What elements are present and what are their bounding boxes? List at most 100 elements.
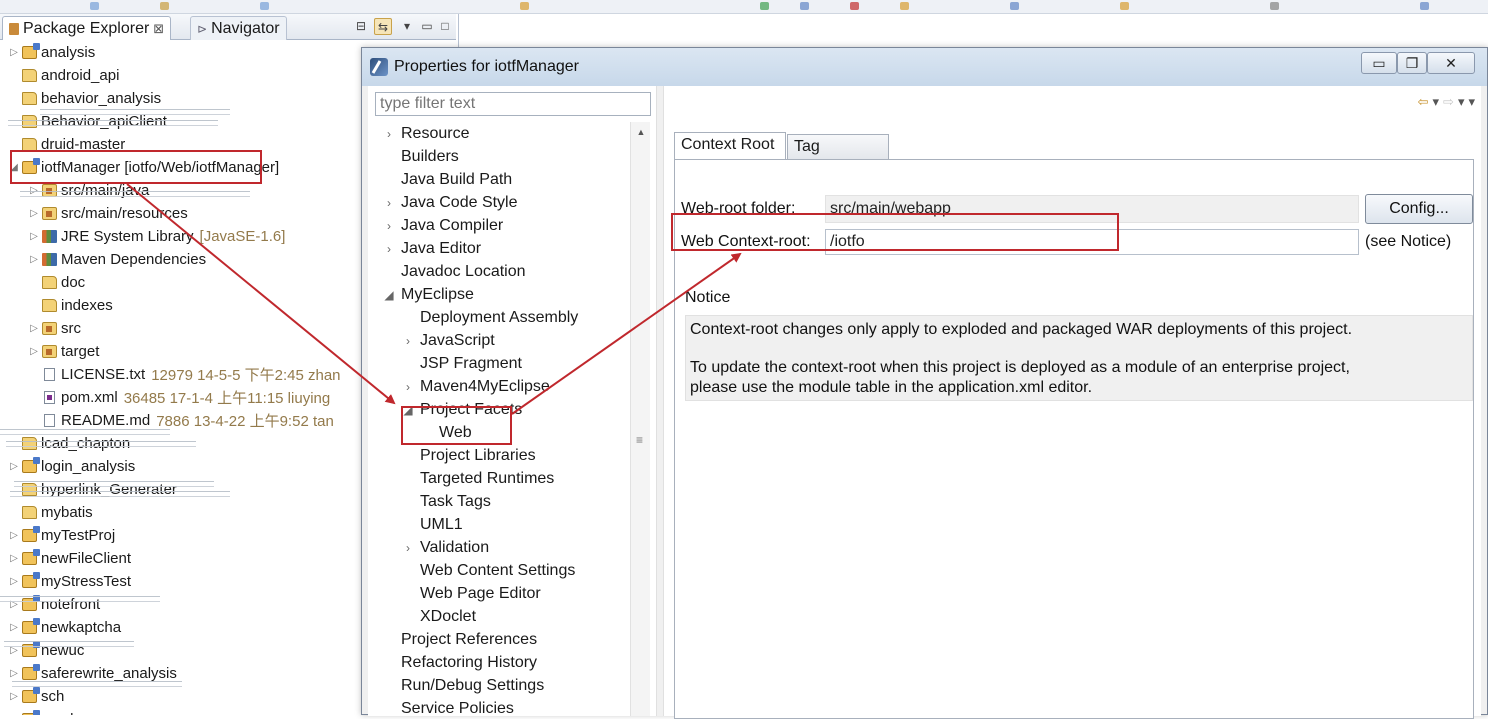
tree-expander-icon[interactable]: ▷ (8, 553, 20, 564)
nav-item[interactable]: Deployment Assembly (401, 306, 578, 329)
toolbar-icon[interactable] (1120, 2, 1129, 10)
tree-expander-icon[interactable]: ▷ (28, 208, 40, 219)
tree-expander-icon[interactable]: ▷ (8, 576, 20, 587)
minimize-button[interactable]: ▭ (1361, 52, 1397, 74)
tree-item[interactable]: pom.xml 36485 17-1-4 上午11:15 liuying (28, 386, 330, 409)
nav-item[interactable]: Javadoc Location (382, 260, 526, 283)
nav-item[interactable]: Web Page Editor (401, 582, 541, 605)
tree-item[interactable]: ▷ sch (8, 685, 64, 708)
tree-item[interactable]: ▷ newkaptcha (8, 616, 121, 639)
nav-item[interactable]: › Resource (382, 122, 469, 145)
close-icon[interactable]: ⊠ (153, 21, 164, 37)
minimize-view-icon[interactable]: ▭ (418, 18, 436, 35)
tree-item[interactable]: ▷ JRE System Library [JavaSE-1.6] (28, 225, 285, 248)
toolbar-icon[interactable] (1010, 2, 1019, 10)
toolbar-icon[interactable] (900, 2, 909, 10)
nav-item[interactable]: Refactoring History (382, 651, 537, 674)
tab-navigator[interactable]: ⊳ Navigator (190, 16, 287, 40)
tree-item[interactable]: doc (28, 271, 85, 294)
filter-input[interactable] (375, 92, 651, 116)
toolbar-icon[interactable] (1270, 2, 1279, 10)
chevron-down-icon[interactable]: ▾ (1458, 94, 1465, 110)
forward-arrow-icon[interactable]: ⇨ (1443, 94, 1454, 110)
nav-item[interactable]: UML1 (401, 513, 463, 536)
tree-expander-icon[interactable]: ▷ (8, 461, 20, 472)
tab-package-explorer[interactable]: Package Explorer ⊠ (2, 16, 172, 40)
scroll-up-icon[interactable]: ▲ (635, 126, 647, 138)
tree-expander-icon[interactable]: ▷ (8, 668, 20, 679)
toolbar-icon[interactable] (1420, 2, 1429, 10)
tree-item[interactable]: ▷ src/main/resources (28, 202, 188, 225)
tree-item[interactable]: ▷ login_analysis (8, 455, 135, 478)
config-button[interactable]: Config... (1365, 194, 1473, 224)
nav-item[interactable]: JSP Fragment (401, 352, 522, 375)
maximize-button[interactable]: ❐ (1397, 52, 1427, 74)
nav-item[interactable]: Service Policies (382, 697, 514, 717)
nav-item[interactable]: › Java Editor (382, 237, 481, 260)
tab-tag-libraries[interactable]: Tag Libraries (787, 134, 889, 178)
nav-expander-icon[interactable]: › (401, 334, 415, 348)
link-with-editor-icon[interactable]: ⇆ (374, 18, 392, 35)
tree-item[interactable]: ▷ myTestProj (8, 524, 115, 547)
tree-expander-icon[interactable]: ▷ (8, 530, 20, 541)
nav-expander-icon[interactable]: › (382, 219, 396, 233)
nav-expander-icon[interactable]: › (382, 242, 396, 256)
toolbar-icon[interactable] (850, 2, 859, 10)
toolbar-icon[interactable] (260, 2, 269, 10)
nav-item[interactable]: ◢ MyEclipse (382, 283, 474, 306)
tree-item[interactable]: android_api (8, 64, 119, 87)
chevron-down-icon[interactable]: ▾ (1433, 94, 1440, 110)
view-menu-icon[interactable]: ▾ (1468, 94, 1475, 110)
tree-item[interactable]: mybatis (8, 501, 93, 524)
nav-expander-icon[interactable]: › (382, 127, 396, 141)
tree-item[interactable]: behavior_analysis (8, 87, 161, 110)
tree-item[interactable]: ▷ myStressTest (8, 570, 131, 593)
toolbar-icon[interactable] (800, 2, 809, 10)
tree-expander-icon[interactable]: ▷ (28, 323, 40, 334)
nav-item[interactable]: XDoclet (401, 605, 476, 628)
nav-item[interactable]: Java Build Path (382, 168, 512, 191)
tree-item[interactable]: ▷sendsms (8, 708, 101, 715)
toolbar-icon[interactable] (520, 2, 529, 10)
toolbar-icon[interactable] (90, 2, 99, 10)
tree-expander-icon[interactable]: ▷ (8, 691, 20, 702)
tree-item[interactable]: LICENSE.txt 12979 14-5-5 下午2:45 zhan (28, 363, 341, 386)
nav-item[interactable]: Task Tags (401, 490, 491, 513)
nav-expander-icon[interactable]: › (401, 380, 415, 394)
nav-item[interactable]: › Validation (401, 536, 489, 559)
maximize-view-icon[interactable]: □ (436, 18, 454, 35)
tree-item[interactable]: ▷ analysis (8, 41, 95, 64)
nav-expander-icon[interactable]: ◢ (382, 288, 396, 302)
nav-item[interactable]: › Maven4MyEclipse (401, 375, 550, 398)
view-menu-icon[interactable]: ▾ (398, 18, 416, 35)
scroll-grip-icon[interactable]: ≡ (636, 433, 643, 447)
tree-item[interactable]: ▷ newFileClient (8, 547, 131, 570)
nav-item[interactable]: Project Libraries (401, 444, 536, 467)
tree-expander-icon[interactable]: ▷ (28, 346, 40, 357)
nav-item[interactable]: Builders (382, 145, 459, 168)
tree-expander-icon[interactable]: ▷ (8, 622, 20, 633)
tree-item[interactable]: indexes (28, 294, 113, 317)
nav-expander-icon[interactable]: › (401, 541, 415, 555)
tree-item[interactable]: ▷ Maven Dependencies (28, 248, 206, 271)
tree-expander-icon[interactable]: ▷ (28, 231, 40, 242)
back-arrow-icon[interactable]: ⇦ (1418, 94, 1429, 110)
nav-item[interactable]: › JavaScript (401, 329, 495, 352)
tab-context-root[interactable]: Context Root (674, 132, 786, 159)
nav-item[interactable]: Run/Debug Settings (382, 674, 544, 697)
split-sash[interactable] (656, 86, 664, 716)
tree-item[interactable]: ▷ src (28, 317, 81, 340)
nav-item[interactable]: › Java Compiler (382, 214, 503, 237)
nav-item[interactable]: Project References (382, 628, 537, 651)
nav-expander-icon[interactable]: › (382, 196, 396, 210)
nav-scrollbar[interactable]: ▲ ≡ (630, 122, 650, 716)
dialog-titlebar[interactable]: Properties for iotfManager ▭ ❐ ✕ (362, 48, 1487, 86)
nav-item[interactable]: › Java Code Style (382, 191, 518, 214)
tree-expander-icon[interactable]: ▷ (28, 254, 40, 265)
nav-item[interactable]: Targeted Runtimes (401, 467, 554, 490)
tree-item[interactable]: ▷ target (28, 340, 99, 363)
tree-expander-icon[interactable]: ▷ (8, 47, 20, 58)
collapse-all-icon[interactable]: ⊟ (352, 18, 370, 35)
nav-item[interactable]: Web Content Settings (401, 559, 575, 582)
close-button[interactable]: ✕ (1427, 52, 1475, 74)
